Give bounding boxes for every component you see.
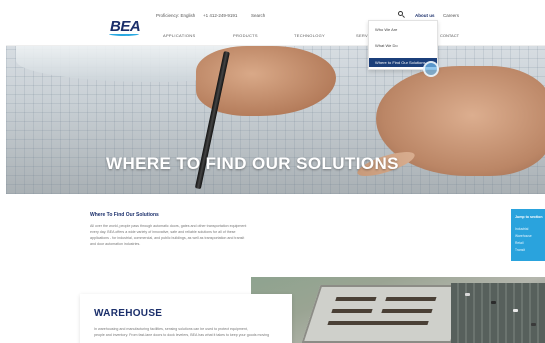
- search-icon[interactable]: [398, 11, 403, 16]
- storage-rack: [327, 321, 429, 325]
- warehouse-text-line: In warehousing and manufacturing facilit…: [94, 327, 248, 331]
- side-link-industrial[interactable]: Industrial: [515, 227, 528, 231]
- side-panel-title: Jump to section: [515, 215, 543, 219]
- hero-title: WHERE TO FIND OUR SOLUTIONS: [106, 154, 399, 173]
- language-selector[interactable]: Proficiency: English: [156, 13, 195, 18]
- car: [491, 301, 496, 304]
- warehouse-text-line: people and inventory. From fast-lane doo…: [94, 333, 270, 337]
- about-us-tab[interactable]: About us: [415, 13, 435, 18]
- menu-item-who-we-are[interactable]: Who We Are: [375, 27, 397, 32]
- section-text-line: All over the world, people pass through …: [90, 224, 247, 228]
- nav-applications[interactable]: APPLICATIONS: [163, 33, 195, 38]
- logo-swoosh-icon: [109, 32, 139, 36]
- nav-products[interactable]: PRODUCTS: [233, 33, 258, 38]
- storage-rack: [385, 297, 437, 301]
- site-header: BEA Proficiency: English +1 412-249-9191…: [6, 2, 545, 46]
- car: [465, 293, 470, 296]
- section-text-line: and door automation industries.: [90, 242, 141, 246]
- side-link-warehouse[interactable]: Warehouse: [515, 234, 532, 238]
- menu-item-what-we-do[interactable]: What We Do: [375, 43, 398, 48]
- storage-rack: [381, 309, 433, 313]
- section-text-line: every day. BEA offers a wide variety of …: [90, 230, 236, 234]
- storage-rack: [335, 297, 377, 301]
- car: [513, 309, 518, 312]
- jump-to-section-panel: Jump to section Industrial Warehouse Ret…: [511, 209, 545, 261]
- nav-contact[interactable]: CONTACT: [440, 33, 459, 38]
- search-link[interactable]: Search: [251, 13, 265, 18]
- warehouse-aerial-image: [251, 277, 545, 343]
- parking-lot: [451, 283, 545, 343]
- warehouse-building: [301, 285, 471, 343]
- section-text-line: applications - for industrial, commercia…: [90, 236, 245, 240]
- phone-number[interactable]: +1 412-249-9191: [203, 13, 237, 18]
- nav-technology[interactable]: TECHNOLOGY: [294, 33, 325, 38]
- warehouse-card: WAREHOUSE In warehousing and manufacturi…: [80, 294, 292, 343]
- hero-banner: WHERE TO FIND OUR SOLUTIONS: [6, 46, 545, 194]
- section-title: Where To Find Our Solutions: [90, 212, 159, 218]
- careers-link[interactable]: Careers: [443, 13, 459, 18]
- storage-rack: [331, 309, 373, 313]
- click-indicator-icon: [423, 61, 439, 77]
- warehouse-title: WAREHOUSE: [94, 308, 163, 319]
- car: [531, 323, 536, 326]
- browser-viewport: BEA Proficiency: English +1 412-249-9191…: [6, 2, 545, 343]
- side-link-transit[interactable]: Transit: [515, 248, 525, 252]
- side-link-retail[interactable]: Retail: [515, 241, 523, 245]
